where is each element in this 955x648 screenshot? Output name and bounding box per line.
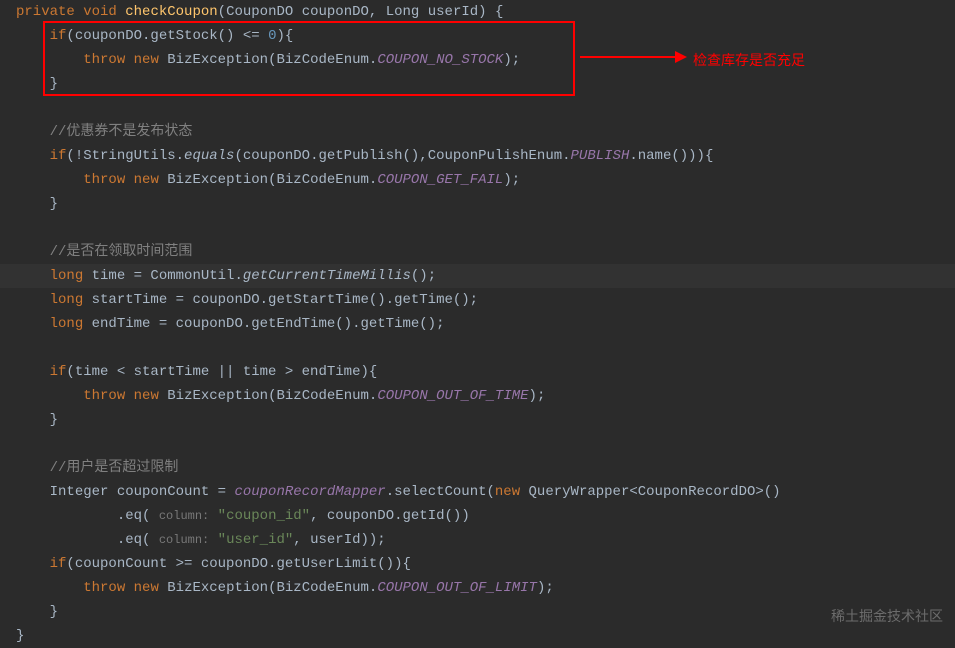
- arrow-line: [580, 56, 685, 58]
- code-line: if(time < startTime || time > endTime){: [0, 360, 955, 384]
- code-line: throw new BizException(BizCodeEnum.COUPO…: [0, 384, 955, 408]
- code-line: [0, 96, 955, 120]
- code-editor[interactable]: private void checkCoupon(CouponDO coupon…: [0, 0, 955, 648]
- kw-void: void: [83, 4, 117, 20]
- code-line: Integer couponCount = couponRecordMapper…: [0, 480, 955, 504]
- annotation-text: 检查库存是否充足: [693, 48, 805, 72]
- code-line: //优惠券不是发布状态: [0, 120, 955, 144]
- code-line: private void checkCoupon(CouponDO coupon…: [0, 0, 955, 24]
- code-line: throw new BizException(BizCodeEnum.COUPO…: [0, 168, 955, 192]
- code-line: //是否在领取时间范围: [0, 240, 955, 264]
- code-line: }: [0, 624, 955, 648]
- code-line: }: [0, 192, 955, 216]
- code-line: if(!StringUtils.equals(couponDO.getPubli…: [0, 144, 955, 168]
- kw-private: private: [16, 4, 75, 20]
- code-line: [0, 336, 955, 360]
- code-line: }: [0, 600, 955, 624]
- code-line: long time = CommonUtil.getCurrentTimeMil…: [0, 264, 955, 288]
- code-line: throw new BizException(BizCodeEnum.COUPO…: [0, 48, 955, 72]
- code-line: .eq( column: "user_id", userId));: [0, 528, 955, 552]
- code-line: .eq( column: "coupon_id", couponDO.getId…: [0, 504, 955, 528]
- code-line: //用户是否超过限制: [0, 456, 955, 480]
- code-line: throw new BizException(BizCodeEnum.COUPO…: [0, 576, 955, 600]
- code-line: if(couponCount >= couponDO.getUserLimit(…: [0, 552, 955, 576]
- code-line: }: [0, 408, 955, 432]
- code-line: }: [0, 72, 955, 96]
- code-line: long endTime = couponDO.getEndTime().get…: [0, 312, 955, 336]
- code-line: [0, 432, 955, 456]
- arrow-head-icon: [675, 51, 687, 63]
- code-line: if(couponDO.getStock() <= 0){: [0, 24, 955, 48]
- code-line: [0, 216, 955, 240]
- code-line: long startTime = couponDO.getStartTime()…: [0, 288, 955, 312]
- method-name: checkCoupon: [125, 4, 217, 20]
- watermark-text: 稀土掘金技术社区: [831, 604, 943, 628]
